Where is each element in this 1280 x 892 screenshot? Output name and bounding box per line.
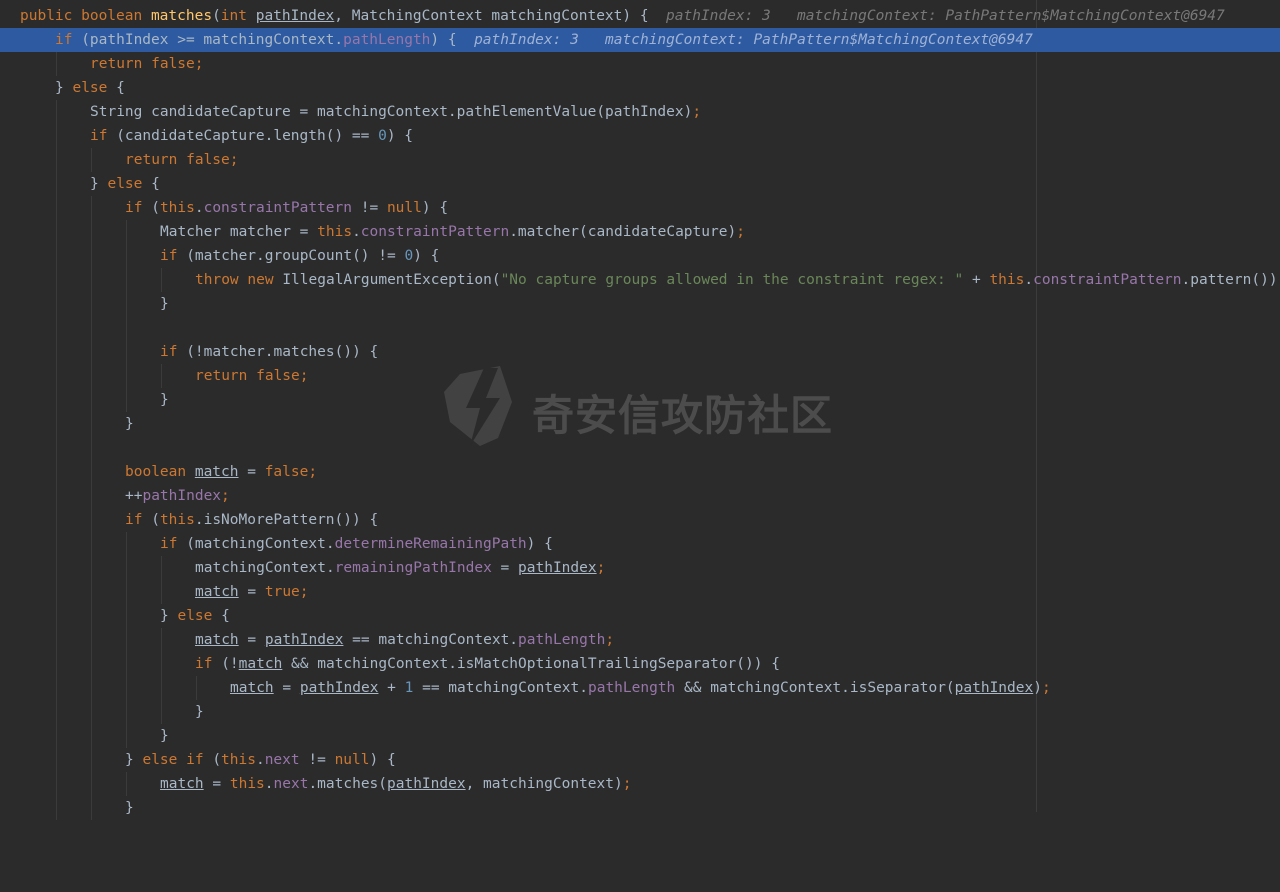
code-text: boolean match = false; xyxy=(125,464,318,480)
code-text: return false; xyxy=(125,152,239,168)
code-line[interactable]: match = pathIndex + 1 == matchingContext… xyxy=(0,676,1280,700)
method-signature: public boolean matches(int pathIndex, Ma… xyxy=(20,8,1225,24)
code-text: if (pathIndex >= matchingContext.pathLen… xyxy=(55,32,1033,48)
code-text: } xyxy=(125,416,134,432)
code-line[interactable]: String candidateCapture = matchingContex… xyxy=(0,100,1280,124)
code-text: match = pathIndex == matchingContext.pat… xyxy=(195,632,615,648)
code-text: if (this.constraintPattern != null) { xyxy=(125,200,449,216)
code-line[interactable]: } xyxy=(0,412,1280,436)
code-line[interactable]: Matcher matcher = this.constraintPattern… xyxy=(0,220,1280,244)
code-line[interactable] xyxy=(0,316,1280,340)
code-line[interactable]: } xyxy=(0,388,1280,412)
code-text: match = true; xyxy=(195,584,309,600)
code-text: Matcher matcher = this.constraintPattern… xyxy=(160,224,745,240)
code-line[interactable]: } else if (this.next != null) { xyxy=(0,748,1280,772)
code-text: ++pathIndex; xyxy=(125,488,230,504)
code-line[interactable]: if (matcher.groupCount() != 0) { xyxy=(0,244,1280,268)
string-literal: "No capture groups allowed in the constr… xyxy=(500,272,964,288)
code-text: match = this.next.matches(pathIndex, mat… xyxy=(160,776,632,792)
code-line[interactable]: } else { xyxy=(0,604,1280,628)
code-line[interactable]: return false; xyxy=(0,52,1280,76)
code-line[interactable]: ++pathIndex; xyxy=(0,484,1280,508)
code-line[interactable]: if (candidateCapture.length() == 0) { xyxy=(0,124,1280,148)
code-line[interactable]: } xyxy=(0,724,1280,748)
code-line[interactable]: if (this.constraintPattern != null) { xyxy=(0,196,1280,220)
code-line[interactable]: if (!matcher.matches()) { xyxy=(0,340,1280,364)
code-line[interactable]: } xyxy=(0,700,1280,724)
code-line[interactable]: matchingContext.remainingPathIndex = pat… xyxy=(0,556,1280,580)
code-line[interactable] xyxy=(0,436,1280,460)
code-line[interactable]: public boolean matches(int pathIndex, Ma… xyxy=(0,4,1280,28)
code-text: } xyxy=(195,704,204,720)
code-line[interactable]: return false; xyxy=(0,148,1280,172)
code-line[interactable]: match = this.next.matches(pathIndex, mat… xyxy=(0,772,1280,796)
code-line[interactable]: if (matchingContext.determineRemainingPa… xyxy=(0,532,1280,556)
code-line[interactable]: match = true; xyxy=(0,580,1280,604)
code-text: } else { xyxy=(90,176,160,192)
code-text: if (matchingContext.determineRemainingPa… xyxy=(160,536,553,552)
code-text: match = pathIndex + 1 == matchingContext… xyxy=(230,680,1051,696)
code-text: } xyxy=(125,800,134,816)
code-text: } else { xyxy=(160,608,230,624)
code-line[interactable]: match = pathIndex == matchingContext.pat… xyxy=(0,628,1280,652)
code-text: if (!match && matchingContext.isMatchOpt… xyxy=(195,656,780,672)
code-line[interactable]: if (!match && matchingContext.isMatchOpt… xyxy=(0,652,1280,676)
code-editor[interactable]: public boolean matches(int pathIndex, Ma… xyxy=(0,0,1280,820)
code-text: } xyxy=(160,728,169,744)
inline-debug-hint: matchingContext: PathPattern$MatchingCon… xyxy=(797,8,1225,24)
inline-debug-hint: pathIndex: 3 xyxy=(474,32,579,48)
inline-debug-hint: matchingContext: PathPattern$MatchingCon… xyxy=(605,32,1033,48)
code-text: return false; xyxy=(195,368,309,384)
code-text: throw new IllegalArgumentException("No c… xyxy=(195,272,1278,288)
code-line[interactable]: } else { xyxy=(0,76,1280,100)
code-line[interactable]: boolean match = false; xyxy=(0,460,1280,484)
code-text: String candidateCapture = matchingContex… xyxy=(90,104,702,120)
code-text: if (!matcher.matches()) { xyxy=(160,344,379,360)
code-line[interactable]: throw new IllegalArgumentException("No c… xyxy=(0,268,1280,292)
code-text: if (this.isNoMorePattern()) { xyxy=(125,512,379,528)
inline-debug-hint: pathIndex: 3 xyxy=(666,8,771,24)
code-text: if (matcher.groupCount() != 0) { xyxy=(160,248,440,264)
code-line[interactable]: } xyxy=(0,292,1280,316)
code-line[interactable]: } xyxy=(0,796,1280,820)
code-text: } xyxy=(160,392,169,408)
code-text: matchingContext.remainingPathIndex = pat… xyxy=(195,560,606,576)
current-execution-line[interactable]: if (pathIndex >= matchingContext.pathLen… xyxy=(0,28,1280,52)
code-text: if (candidateCapture.length() == 0) { xyxy=(90,128,414,144)
code-line[interactable]: if (this.isNoMorePattern()) { xyxy=(0,508,1280,532)
code-line[interactable]: return false; xyxy=(0,364,1280,388)
code-line[interactable]: } else { xyxy=(0,172,1280,196)
code-text: } else { xyxy=(55,80,125,96)
code-text: } xyxy=(160,296,169,312)
code-text: return false; xyxy=(90,56,204,72)
code-text: } else if (this.next != null) { xyxy=(125,752,396,768)
